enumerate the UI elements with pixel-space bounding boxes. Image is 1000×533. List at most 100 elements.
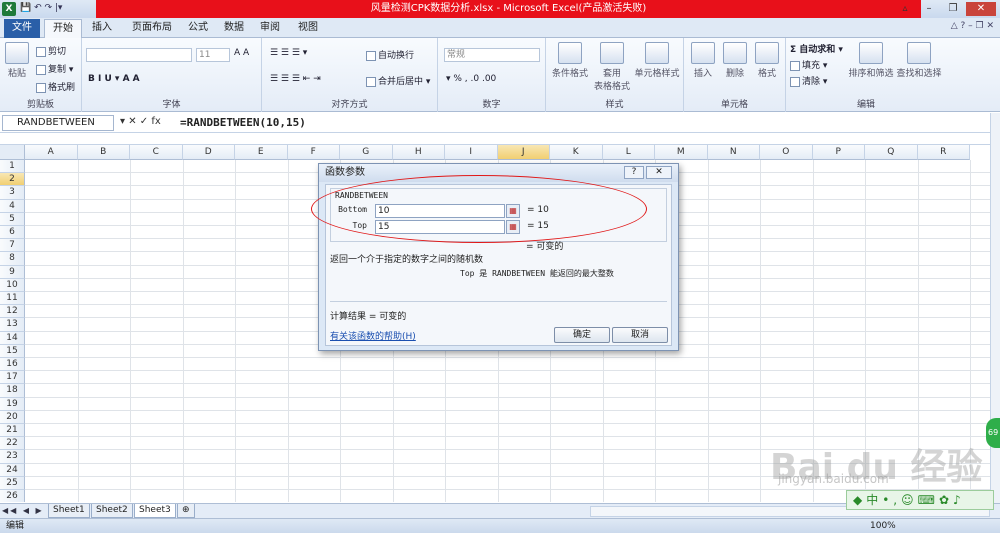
number-format-buttons[interactable]: ▾ % , .0 .00 bbox=[446, 74, 496, 84]
side-badge[interactable]: 69 bbox=[986, 418, 1000, 448]
column-header[interactable]: C bbox=[130, 145, 183, 160]
new-sheet-icon[interactable]: ⊕ bbox=[177, 504, 195, 518]
column-header[interactable]: K bbox=[550, 145, 603, 160]
wrap-text-button[interactable]: 自动换行 bbox=[366, 48, 414, 61]
column-header[interactable]: N bbox=[707, 145, 760, 160]
column-header[interactable]: A bbox=[25, 145, 78, 160]
column-header[interactable]: D bbox=[182, 145, 235, 160]
zoom-level[interactable]: 100% bbox=[870, 519, 896, 533]
merge-center-button[interactable]: 合并后居中 ▾ bbox=[366, 74, 430, 87]
sheet-tab-1[interactable]: Sheet1 bbox=[48, 504, 90, 518]
row-header[interactable]: 8 bbox=[0, 252, 25, 266]
select-all-corner[interactable] bbox=[0, 145, 25, 160]
insert-cells-button[interactable]: 插入 bbox=[688, 42, 718, 79]
row-header[interactable]: 11 bbox=[0, 292, 25, 306]
tab-data[interactable]: 数据 bbox=[216, 19, 252, 38]
fill-button[interactable]: 填充 ▾ bbox=[790, 58, 827, 71]
row-header[interactable]: 13 bbox=[0, 318, 25, 332]
column-header[interactable]: E bbox=[235, 145, 288, 160]
dialog-close-button[interactable]: ✕ bbox=[646, 166, 672, 179]
font-size-combo[interactable]: 11 bbox=[196, 48, 230, 62]
row-header[interactable]: 15 bbox=[0, 344, 25, 358]
column-header[interactable]: G bbox=[340, 145, 393, 160]
row-header[interactable]: 20 bbox=[0, 410, 25, 424]
align-left-icon[interactable]: ☰ ☰ ☰ ⇤ ⇥ bbox=[270, 74, 321, 84]
row-header[interactable]: 25 bbox=[0, 476, 25, 490]
function-help-link[interactable]: 有关该函数的帮助(H) bbox=[330, 329, 416, 342]
row-header[interactable]: 3 bbox=[0, 186, 25, 200]
paste-button[interactable]: 粘贴 bbox=[4, 42, 30, 79]
column-header[interactable]: I bbox=[445, 145, 498, 160]
row-header[interactable]: 10 bbox=[0, 278, 25, 292]
tab-view[interactable]: 视图 bbox=[290, 19, 326, 38]
tab-review[interactable]: 审阅 bbox=[252, 19, 288, 38]
row-header[interactable]: 26 bbox=[0, 490, 25, 502]
format-cells-button[interactable]: 格式 bbox=[752, 42, 782, 79]
font-grow-icon[interactable]: A A bbox=[234, 48, 249, 58]
ok-button[interactable]: 确定 bbox=[554, 327, 610, 343]
ribbon-window-controls[interactable]: △ ? – ❐ ✕ bbox=[951, 21, 994, 31]
dialog-help-button[interactable]: ? bbox=[624, 166, 644, 179]
cut-button[interactable]: 剪切 bbox=[36, 44, 66, 57]
tab-home[interactable]: 开始 bbox=[44, 19, 82, 38]
restore-button[interactable]: ❐ bbox=[942, 2, 964, 16]
row-header[interactable]: 19 bbox=[0, 397, 25, 411]
column-header[interactable]: P bbox=[812, 145, 865, 160]
row-header[interactable]: 6 bbox=[0, 226, 25, 240]
column-header[interactable]: F bbox=[287, 145, 340, 160]
copy-button[interactable]: 复制 ▾ bbox=[36, 62, 73, 75]
column-header[interactable]: B bbox=[77, 145, 130, 160]
row-header[interactable]: 17 bbox=[0, 371, 25, 385]
column-header[interactable]: O bbox=[760, 145, 813, 160]
sort-filter-button[interactable]: 排序和筛选 bbox=[848, 42, 894, 79]
row-header[interactable]: 24 bbox=[0, 463, 25, 477]
row-header[interactable]: 1 bbox=[0, 160, 25, 174]
column-header[interactable]: J bbox=[497, 145, 550, 160]
formula-input[interactable]: =RANDBETWEEN(10,15) bbox=[180, 115, 306, 131]
row-header[interactable]: 23 bbox=[0, 450, 25, 464]
align-top-icon[interactable]: ☰ ☰ ☰ ▾ bbox=[270, 48, 307, 58]
tab-insert[interactable]: 插入 bbox=[84, 19, 120, 38]
tab-file[interactable]: 文件 bbox=[4, 19, 40, 38]
cancel-button[interactable]: 取消 bbox=[612, 327, 668, 343]
autosum-button[interactable]: Σ 自动求和 ▾ bbox=[790, 42, 843, 55]
row-header[interactable]: 2 bbox=[0, 173, 25, 187]
ime-toolbar[interactable]: ◆中•,☺⌨✿♪ bbox=[846, 490, 994, 510]
row-header[interactable]: 22 bbox=[0, 437, 25, 451]
row-header[interactable]: 4 bbox=[0, 199, 25, 213]
row-header[interactable]: 14 bbox=[0, 331, 25, 345]
number-format-combo[interactable]: 常规 bbox=[444, 48, 540, 62]
tab-formulas[interactable]: 公式 bbox=[180, 19, 216, 38]
tab-page-layout[interactable]: 页面布局 bbox=[124, 19, 180, 38]
column-header[interactable]: M bbox=[655, 145, 708, 160]
font-name-combo[interactable] bbox=[86, 48, 192, 62]
quick-access-toolbar[interactable]: 💾 ↶ ↷ |▾ bbox=[20, 3, 62, 13]
format-painter-button[interactable]: 格式刷 bbox=[36, 80, 75, 93]
row-header[interactable]: 21 bbox=[0, 424, 25, 438]
help-icon[interactable]: ▵ bbox=[894, 2, 916, 16]
row-header[interactable]: 5 bbox=[0, 212, 25, 226]
column-header[interactable]: H bbox=[392, 145, 445, 160]
formula-bar-buttons[interactable]: ▾ ✕ ✓ fx bbox=[120, 116, 161, 127]
name-box[interactable]: RANDBETWEEN bbox=[2, 115, 114, 131]
row-header[interactable]: 7 bbox=[0, 239, 25, 253]
row-header[interactable]: 18 bbox=[0, 384, 25, 398]
font-style-buttons[interactable]: B I U ▾ A A bbox=[88, 74, 140, 84]
minimize-button[interactable]: – bbox=[918, 2, 940, 16]
row-header[interactable]: 9 bbox=[0, 265, 25, 279]
close-button[interactable]: ✕ bbox=[966, 2, 996, 16]
delete-cells-button[interactable]: 删除 bbox=[720, 42, 750, 79]
sheet-tab-2[interactable]: Sheet2 bbox=[91, 504, 133, 518]
row-header[interactable]: 12 bbox=[0, 305, 25, 319]
conditional-format-button[interactable]: 条件格式 bbox=[550, 42, 590, 79]
column-header[interactable]: L bbox=[602, 145, 655, 160]
window-title: 风量检测CPK数据分析.xlsx - Microsoft Excel(产品激活失… bbox=[96, 0, 921, 18]
column-header[interactable]: Q bbox=[865, 145, 918, 160]
column-header[interactable]: R bbox=[917, 145, 970, 160]
format-as-table-button[interactable]: 套用 表格格式 bbox=[592, 42, 632, 92]
find-select-button[interactable]: 查找和选择 bbox=[896, 42, 942, 79]
clear-button[interactable]: 清除 ▾ bbox=[790, 74, 827, 87]
sheet-tab-3[interactable]: Sheet3 bbox=[134, 504, 176, 518]
row-header[interactable]: 16 bbox=[0, 358, 25, 372]
cell-styles-button[interactable]: 单元格样式 bbox=[634, 42, 680, 79]
